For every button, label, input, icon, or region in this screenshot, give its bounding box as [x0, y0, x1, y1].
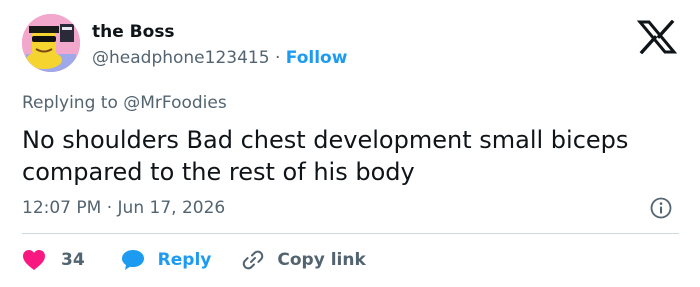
- author-handle-line: @headphone123415 · Follow: [92, 48, 347, 68]
- author-name[interactable]: the Boss: [92, 22, 175, 42]
- copy-link-label: Copy link: [277, 250, 366, 270]
- like-count: 34: [61, 250, 85, 270]
- tweet-time[interactable]: 12:07 PM: [22, 198, 101, 218]
- handle-separator: ·: [274, 48, 281, 68]
- avatar[interactable]: [22, 14, 80, 72]
- copy-link-button[interactable]: Copy link: [241, 248, 366, 272]
- tweet-text: No shoulders Bad chest development small…: [22, 126, 629, 186]
- like-button[interactable]: 34: [22, 249, 85, 271]
- action-bar: 34 Reply Copy link: [22, 246, 366, 274]
- follow-button[interactable]: Follow: [286, 48, 348, 68]
- tweet-date[interactable]: Jun 17, 2026: [118, 198, 226, 218]
- meta-separator: ·: [106, 198, 113, 218]
- heart-icon: [23, 250, 45, 270]
- reply-button[interactable]: Reply: [120, 248, 212, 272]
- tweet-meta: 12:07 PM · Jun 17, 2026: [22, 198, 225, 218]
- reply-context-prefix: Replying to: [22, 93, 118, 113]
- link-icon: [243, 250, 264, 270]
- info-icon[interactable]: [650, 197, 672, 219]
- reply-label: Reply: [157, 250, 212, 270]
- avatar-image: [22, 14, 80, 72]
- author-handle[interactable]: @headphone123415: [92, 48, 270, 68]
- reply-context: Replying to @MrFoodies: [22, 93, 227, 113]
- reply-context-mention[interactable]: @MrFoodies: [123, 93, 226, 113]
- speech-bubble-icon: [121, 250, 144, 270]
- divider: [22, 233, 679, 234]
- x-logo-icon[interactable]: [637, 20, 677, 54]
